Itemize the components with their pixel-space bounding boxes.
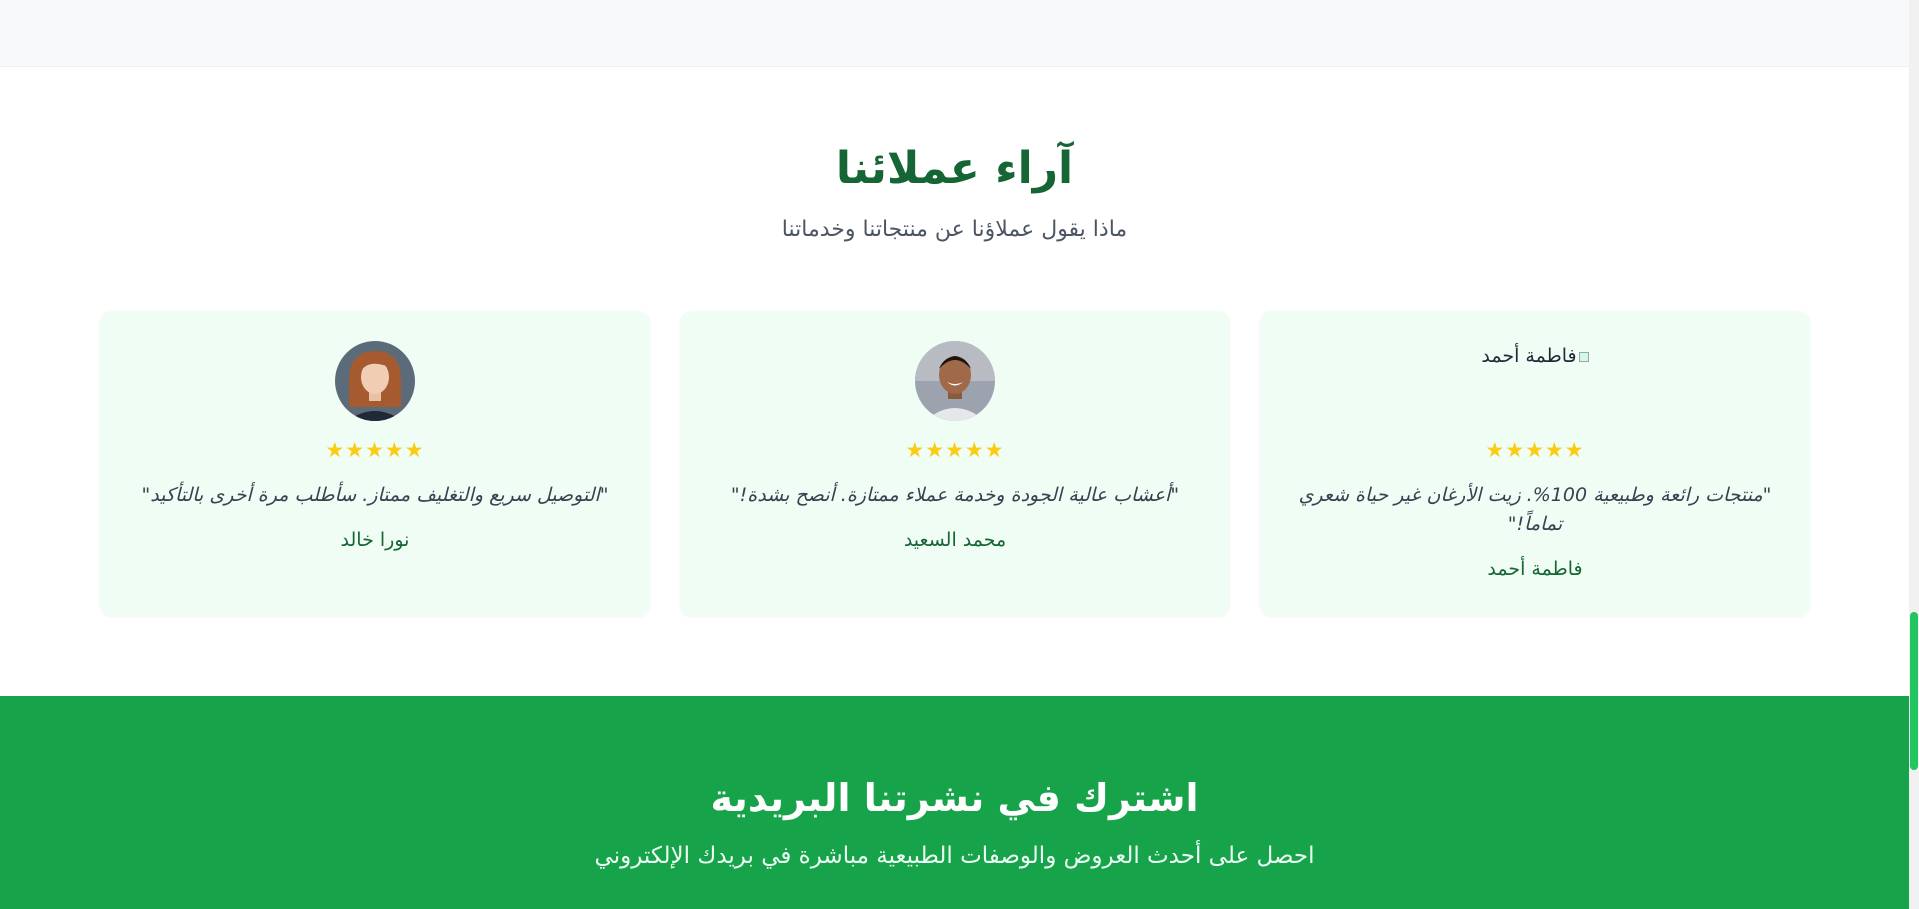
previous-section-band (0, 0, 1909, 67)
star-rating: ★★★★★ (905, 438, 1005, 462)
testimonial-author: نورا خالد (340, 529, 410, 551)
newsletter-title: اشترك في نشرتنا البريدية (710, 776, 1199, 820)
testimonial-author: فاطمة أحمد (1487, 558, 1583, 580)
page-scrollbar[interactable] (1909, 0, 1919, 909)
avatar-broken-image: فاطمة أحمد (1435, 341, 1635, 421)
avatar (915, 341, 995, 421)
testimonial-card-fatima: فاطمة أحمد ★★★★★ "منتجات رائعة وطبيعية 1… (1260, 311, 1810, 616)
testimonial-card-mohammed: ★★★★★ "أعشاب عالية الجودة وخدمة عملاء مم… (680, 311, 1230, 616)
scrollbar-thumb[interactable] (1910, 612, 1918, 770)
avatar-alt-text: فاطمة أحمد (1481, 345, 1577, 367)
section-subtitle: ماذا يقول عملاؤنا عن منتجاتنا وخدماتنا (781, 217, 1128, 242)
avatar (335, 341, 415, 421)
testimonial-quote: "أعشاب عالية الجودة وخدمة عملاء ممتازة. … (730, 484, 1180, 506)
star-rating: ★★★★★ (1485, 438, 1585, 462)
testimonials-section: آراء عملائنا ماذا يقول عملاؤنا عن منتجات… (0, 67, 1909, 696)
star-rating: ★★★★★ (325, 438, 425, 462)
testimonial-card-noura: ★★★★★ "التوصيل سريع والتغليف ممتاز. سأطل… (100, 311, 650, 616)
testimonial-quote: "منتجات رائعة وطبيعية 100%. زيت الأرغان … (1298, 484, 1772, 535)
newsletter-subtitle: احصل على أحدث العروض والوصفات الطبيعية م… (594, 843, 1315, 869)
testimonial-author: محمد السعيد (903, 529, 1007, 551)
section-title: آراء عملائنا (835, 143, 1074, 194)
testimonial-quote: "التوصيل سريع والتغليف ممتاز. سأطلب مرة … (141, 484, 609, 506)
newsletter-section: اشترك في نشرتنا البريدية احصل على أحدث ا… (0, 696, 1909, 909)
broken-image-icon (1578, 351, 1589, 362)
